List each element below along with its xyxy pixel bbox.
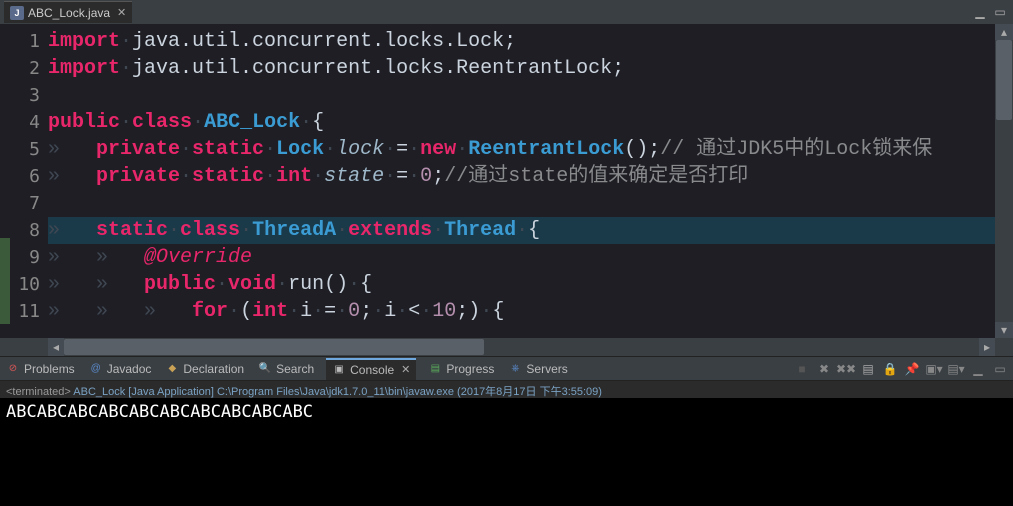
literal: 0 — [348, 300, 360, 323]
minimize-view-icon[interactable]: ▁ — [969, 360, 987, 378]
tab-problems[interactable]: ⊘ Problems — [4, 362, 77, 376]
literal: 0 — [420, 165, 432, 188]
remove-launch-icon[interactable]: ✖ — [815, 360, 833, 378]
kw-extends: extends — [348, 219, 432, 242]
bottom-tabbar: ⊘Problems @Javadoc ◆Declaration 🔍Search … — [0, 356, 1013, 380]
kw-static: static — [192, 138, 264, 161]
maximize-icon[interactable]: ▭ — [993, 5, 1007, 19]
op-lt: < — [408, 300, 420, 323]
tab-label: Search — [276, 362, 314, 376]
tab-console[interactable]: ▣ Console ✕ — [326, 358, 416, 380]
maximize-view-icon[interactable]: ▭ — [991, 360, 1009, 378]
literal: 10 — [432, 300, 456, 323]
kw-new: new — [420, 138, 456, 161]
tab-declaration[interactable]: ◆ Declaration — [163, 362, 246, 376]
scroll-left-icon[interactable]: ◂ — [48, 338, 64, 356]
code-area[interactable]: import·java.util.concurrent.locks.Lock; … — [48, 24, 995, 338]
scroll-right-icon[interactable]: ▸ — [979, 338, 995, 356]
terminated-tag: <terminated> — [6, 386, 71, 398]
console-icon: ▣ — [332, 363, 346, 377]
close-icon[interactable]: ✕ — [117, 6, 126, 19]
comment: // 通过JDK5中的Lock锁来保 — [660, 138, 932, 161]
problems-icon: ⊘ — [6, 362, 20, 376]
horizontal-scrollbar[interactable]: ◂ ▸ — [0, 338, 1013, 356]
var-i: i — [300, 300, 312, 323]
display-selected-icon[interactable]: ▣▾ — [925, 360, 943, 378]
class-threada: ThreadA — [252, 219, 336, 242]
java-file-icon: J — [10, 6, 24, 20]
console-output[interactable]: ABCABCABCABCABCABCABCABCABCABC — [0, 398, 1013, 506]
kw-public: public — [48, 111, 120, 134]
kw-class: class — [180, 219, 240, 242]
kw-import: import — [48, 30, 120, 53]
editor-tab-label: ABC_Lock.java — [28, 6, 110, 20]
tab-label: Progress — [446, 362, 494, 376]
kw-for: for — [192, 300, 228, 323]
declaration-icon: ◆ — [165, 362, 179, 376]
var-state: state — [324, 165, 384, 188]
tab-label: Problems — [24, 362, 75, 376]
launch-path: ABC_Lock [Java Application] C:\Program F… — [71, 386, 602, 398]
scroll-lock-icon[interactable]: 🔒 — [881, 360, 899, 378]
code-editor[interactable]: 1 2 3 4 5 6 7 8 9 10 11 import·java.util… — [0, 24, 1013, 338]
pin-console-icon[interactable]: 📌 — [903, 360, 921, 378]
kw-import: import — [48, 57, 120, 80]
kw-int: int — [252, 300, 288, 323]
method-run: run — [288, 273, 324, 296]
var-lock: lock — [336, 138, 384, 161]
kw-static: static — [192, 165, 264, 188]
type-lock: Lock — [276, 138, 324, 161]
terminate-icon[interactable]: ■ — [793, 360, 811, 378]
change-marker — [0, 238, 10, 324]
vscroll-thumb[interactable] — [996, 40, 1012, 120]
kw-static: static — [96, 219, 168, 242]
scroll-up-icon[interactable]: ▴ — [995, 24, 1013, 40]
close-icon[interactable]: ✕ — [401, 363, 410, 376]
hscroll-thumb[interactable] — [64, 339, 484, 355]
tab-label: Console — [350, 363, 394, 377]
clear-console-icon[interactable]: ▤ — [859, 360, 877, 378]
class-name: ABC_Lock — [204, 111, 300, 134]
search-icon: 🔍 — [258, 362, 272, 376]
editor-tab[interactable]: J ABC_Lock.java ✕ — [4, 1, 132, 23]
kw-void: void — [228, 273, 276, 296]
editor-tabbar: J ABC_Lock.java ✕ ▁ ▭ — [0, 0, 1013, 24]
remove-all-icon[interactable]: ✖✖ — [837, 360, 855, 378]
comment: //通过state的值来确定是否打印 — [444, 165, 748, 188]
var-i: i — [384, 300, 396, 323]
progress-icon: ▤ — [428, 362, 442, 376]
annotation: @Override — [144, 246, 252, 269]
tab-label: Declaration — [183, 362, 244, 376]
tab-label: Servers — [526, 362, 567, 376]
minimize-icon[interactable]: ▁ — [973, 5, 987, 19]
kw-public: public — [144, 273, 216, 296]
open-console-icon[interactable]: ▤▾ — [947, 360, 965, 378]
ctor: ReentrantLock — [468, 138, 624, 161]
import-path: java.util.concurrent.locks.Lock — [132, 30, 504, 53]
vertical-scrollbar[interactable]: ▴ ▾ — [995, 24, 1013, 338]
tab-servers[interactable]: ⎈ Servers — [506, 362, 569, 376]
console-toolbar: ■ ✖ ✖✖ ▤ 🔒 📌 ▣▾ ▤▾ ▁ ▭ — [793, 360, 1009, 378]
tab-javadoc[interactable]: @ Javadoc — [87, 362, 154, 376]
type-thread: Thread — [444, 219, 516, 242]
servers-icon: ⎈ — [508, 362, 522, 376]
javadoc-icon: @ — [89, 362, 103, 376]
tab-label: Javadoc — [107, 362, 152, 376]
kw-class: class — [132, 111, 192, 134]
console-launch-info: <terminated> ABC_Lock [Java Application]… — [0, 380, 1013, 398]
kw-int: int — [276, 165, 312, 188]
tab-search[interactable]: 🔍 Search — [256, 362, 316, 376]
kw-private: private — [96, 165, 180, 188]
kw-private: private — [96, 138, 180, 161]
tab-progress[interactable]: ▤ Progress — [426, 362, 496, 376]
console-text: ABCABCABCABCABCABCABCABCABCABC — [6, 402, 313, 422]
import-path: java.util.concurrent.locks.ReentrantLock — [132, 57, 612, 80]
scroll-down-icon[interactable]: ▾ — [995, 322, 1013, 338]
